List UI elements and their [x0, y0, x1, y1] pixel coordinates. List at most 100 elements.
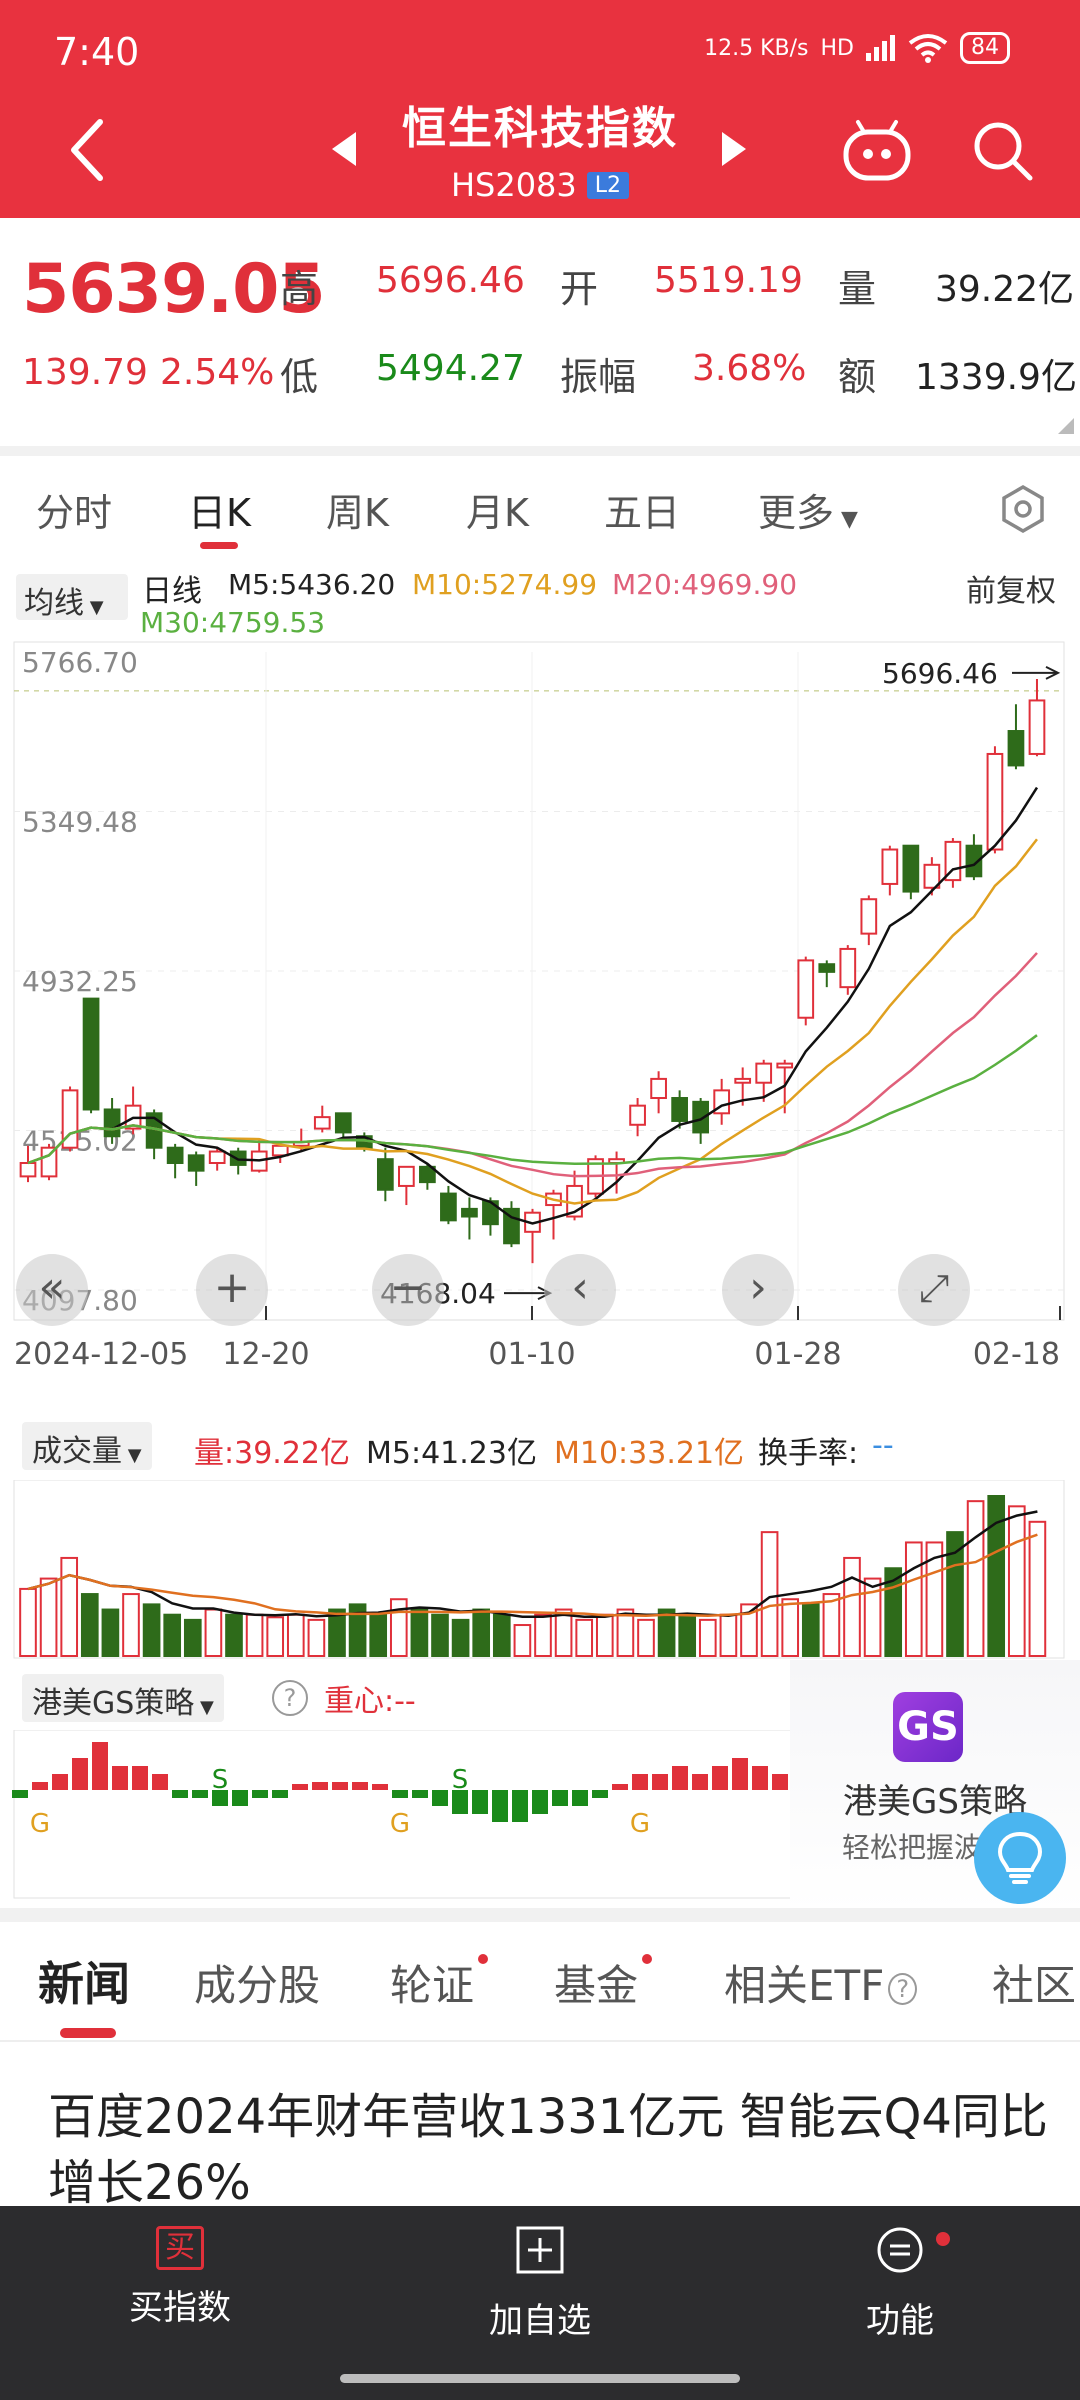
expand-corner-icon[interactable] [1058, 418, 1074, 434]
volume-indicator-selector[interactable]: 成交量 ▼ [22, 1422, 152, 1470]
tab-community[interactable]: 社区 [992, 1952, 1076, 2013]
strategy-selector[interactable]: 港美GS策略 ▼ [22, 1674, 224, 1722]
scroll-right-button[interactable]: › [722, 1254, 794, 1326]
help-icon[interactable]: ? [272, 1680, 308, 1716]
tab-news[interactable]: 新闻 [38, 1948, 130, 2014]
volume-bar [822, 1593, 841, 1657]
x-tick-label: 01-10 [488, 1337, 575, 1372]
volume-bar [122, 1593, 140, 1657]
gs-bar [712, 1766, 728, 1790]
volume-chart[interactable] [0, 1480, 1080, 1660]
volume-bar [534, 1613, 552, 1657]
tab-divider [0, 2040, 1080, 2042]
gs-signal-marker: S [212, 1765, 229, 1795]
gs-bar [772, 1774, 788, 1790]
volume-bar [595, 1613, 614, 1657]
volume-bar [266, 1616, 285, 1658]
candle-body [82, 997, 100, 1111]
page-title: 恒生科技指数 [402, 103, 678, 154]
volume-bar [101, 1608, 120, 1657]
gs-bar [412, 1790, 428, 1798]
ma20-label: M20:4969.90 [612, 568, 798, 601]
caret-down-icon: ▼ [194, 1697, 214, 1718]
gs-bar [632, 1774, 648, 1790]
zoom-in-button[interactable]: + [196, 1254, 268, 1326]
tab-funds[interactable]: 基金 [554, 1952, 638, 2013]
price-adjust-toggle[interactable]: 前复权 [966, 566, 1056, 610]
candle-body [440, 1192, 457, 1222]
volume-bar [946, 1531, 964, 1657]
amplitude-value: 3.68% [692, 348, 807, 389]
home-indicator [340, 2374, 740, 2383]
volume-bar [637, 1618, 655, 1658]
gravity-center-label: 重心:-- [324, 1684, 416, 1719]
amount-label: 额 [838, 355, 877, 399]
search-icon[interactable] [972, 120, 1034, 182]
x-tick-label: 2024-12-05 [14, 1337, 188, 1372]
gs-signal-marker: G [30, 1809, 50, 1839]
volume-bar [1007, 1505, 1026, 1657]
title-block: 恒生科技指数 HS2083 L2 [0, 92, 1080, 204]
active-tab-indicator [60, 2028, 116, 2038]
gs-bar [32, 1782, 48, 1790]
gs-bar [612, 1784, 628, 1790]
tab-daily-k[interactable]: 日K [188, 482, 251, 537]
zoom-out-all-button[interactable]: « [16, 1254, 88, 1326]
functions-button[interactable]: 功能 [780, 2226, 1020, 2342]
tab-timeshare[interactable]: 分时 [36, 482, 112, 537]
gs-bar [692, 1774, 708, 1790]
buy-index-button[interactable]: 买 买指数 [60, 2226, 300, 2329]
tab-five-day[interactable]: 五日 [604, 482, 680, 537]
volume-bar [204, 1608, 223, 1657]
settings-icon[interactable] [998, 484, 1048, 534]
candle-body [187, 1154, 205, 1172]
gs-bar [352, 1782, 368, 1790]
signal-icon [866, 35, 895, 61]
ma-selector-label: 均线 [24, 586, 84, 621]
notification-dot [936, 2232, 950, 2246]
price-change: 139.79 [22, 352, 148, 393]
lightbulb-button[interactable] [974, 1812, 1066, 1904]
tab-more[interactable]: 更多 ▼ [758, 482, 858, 537]
caret-down-icon: ▼ [84, 597, 104, 618]
volume-bar [451, 1618, 470, 1658]
candle-body [19, 1162, 37, 1178]
tab-weekly-k[interactable]: 周K [326, 482, 389, 537]
scroll-left-button[interactable]: ‹ [544, 1254, 616, 1326]
volume-bar [225, 1613, 243, 1657]
volume-bar [698, 1618, 717, 1658]
caret-down-icon: ▼ [122, 1445, 142, 1466]
notification-dot [478, 1954, 488, 1964]
tab-related-etf[interactable]: 相关ETF? [724, 1952, 918, 2013]
news-headline[interactable]: 百度2024年财年营收1331亿元 智能云Q4同比增长26% [48, 2084, 1048, 2216]
gs-bar [652, 1774, 668, 1790]
amount-value: 1339.9亿 [915, 357, 1077, 398]
tab-warrants[interactable]: 轮证 [390, 1952, 474, 2013]
volume-bar [389, 1598, 408, 1657]
robot-assistant-icon[interactable] [842, 118, 912, 182]
candle-body [650, 1077, 667, 1100]
ma-selector[interactable]: 均线 ▼ [16, 574, 128, 621]
candle-body [103, 1108, 121, 1138]
zoom-out-button[interactable]: − [372, 1254, 444, 1326]
candle-body [776, 1062, 794, 1069]
lightbulb-icon [997, 1831, 1043, 1884]
add-watchlist-button[interactable]: 加自选 [420, 2226, 660, 2342]
tab-monthly-k[interactable]: 月K [466, 482, 529, 537]
volume-bar [966, 1500, 985, 1658]
status-icons: 12.5 KB/s HD 84 [704, 32, 1010, 64]
candle-body [40, 1146, 58, 1178]
add-watchlist-icon [516, 2226, 564, 2274]
volume-m5-label: M5:41.23亿 [366, 1436, 537, 1471]
tab-constituents[interactable]: 成分股 [194, 1952, 320, 2013]
fullscreen-button[interactable]: ⤢ [898, 1254, 970, 1326]
volume-bar [369, 1613, 388, 1657]
volume-bar [801, 1603, 820, 1658]
chart-period-tabs: 分时 日K 周K 月K 五日 更多 ▼ [0, 470, 1080, 550]
gs-bar [232, 1790, 248, 1806]
candle-body [755, 1062, 773, 1084]
candle-body [797, 959, 815, 1019]
gs-bar [12, 1790, 28, 1798]
gs-bar [532, 1790, 548, 1814]
gs-bar [252, 1790, 268, 1798]
